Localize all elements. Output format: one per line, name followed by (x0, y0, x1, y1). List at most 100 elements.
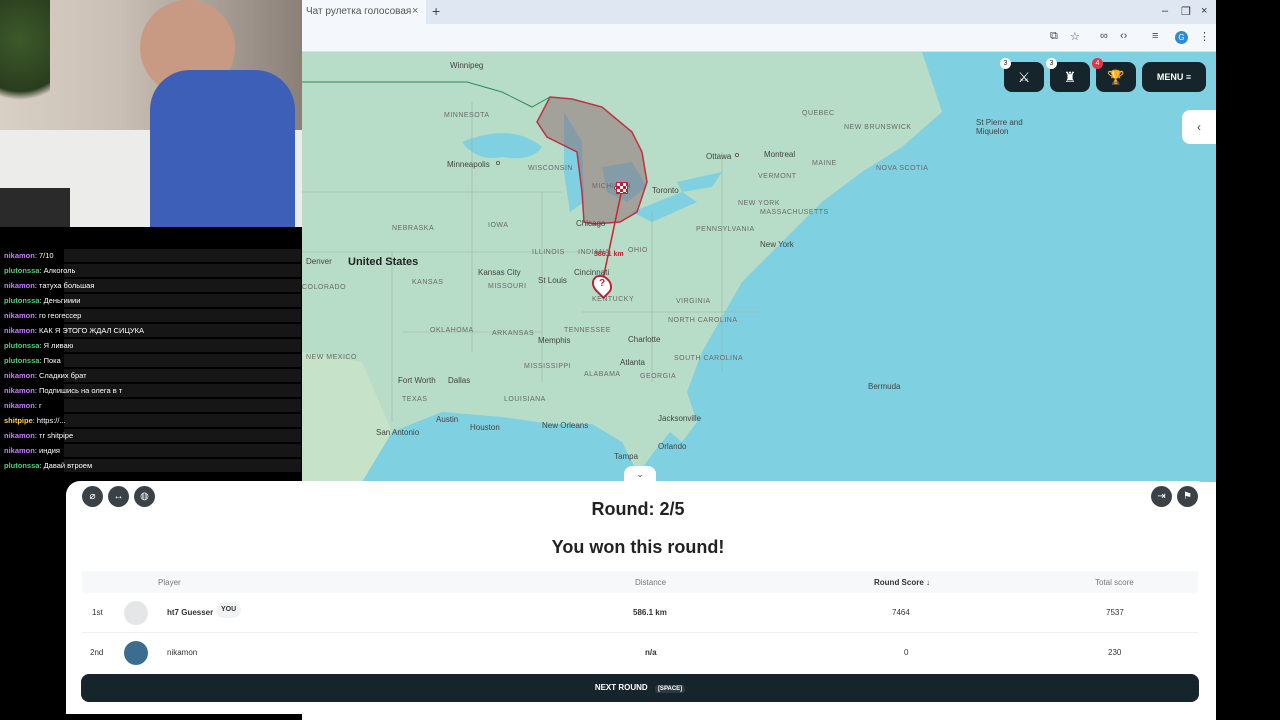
map-city-label: Atlanta (620, 358, 645, 367)
total-score: 7537 (1106, 608, 1124, 617)
map-state-label: MISSOURI (488, 283, 527, 290)
next-round-button[interactable]: NEXT ROUND [SPACE] (81, 674, 1199, 702)
tab-title: Чат рулетка голосовая (306, 6, 412, 17)
bookmark-star-icon[interactable]: ☆ (1070, 30, 1080, 43)
map-state-label: NEW BRUNSWICK (844, 124, 912, 131)
chat-username[interactable]: nikamon (4, 326, 35, 335)
chat-username[interactable]: shitpipe (4, 416, 33, 425)
map-state-label: MINNESOTA (444, 112, 490, 119)
active-tab[interactable]: Чат рулетка голосовая × (302, 0, 426, 24)
map-state-label: PENNSYLVANIA (696, 226, 755, 233)
chat-username[interactable]: nikamon (4, 371, 35, 380)
chat-message: plutonssa: Деньгииии (0, 293, 301, 308)
map-state-label: SOUTH CAROLINA (674, 355, 744, 362)
checkered-flag-icon (616, 182, 628, 194)
player-name[interactable]: nikamon (167, 648, 197, 657)
table-row: 1st ht7 Guesser YOU 586.1 km 7464 7537 (82, 593, 1198, 633)
profile-avatar[interactable]: G (1175, 31, 1188, 44)
chat-username[interactable]: plutonssa (4, 266, 39, 275)
battle-badge: 3 (1000, 58, 1011, 69)
close-window-button[interactable]: × (1201, 5, 1207, 17)
chat-message: plutonssa: Я ливаю (0, 338, 301, 353)
map-city-label: San Antonio (376, 428, 420, 437)
address-bar[interactable]: ⧉ ☆ ∞ ‹› ≡ G ⋮ (302, 24, 1216, 52)
menu-label: MENU (1156, 72, 1184, 82)
map-state-label: MISSISSIPPI (524, 363, 572, 370)
chat-username[interactable]: nikamon (4, 281, 35, 290)
table-row: 2nd nikamon n/a 0 230 (82, 633, 1198, 673)
person-shirt (150, 70, 295, 227)
map-label-country: United States (348, 256, 419, 268)
map-state-label: NOVA SCOTIA (876, 165, 929, 172)
map-state-label: LOUISIANA (504, 396, 546, 403)
new-tab-button[interactable]: + (432, 3, 440, 19)
map-city-label: Fort Worth (398, 376, 436, 385)
next-round-shortcut: [SPACE] (654, 685, 686, 693)
map-city-dot (496, 161, 500, 165)
map-city-label: Montreal (764, 150, 796, 159)
chat-username[interactable]: plutonssa (4, 341, 39, 350)
map-toggle-button[interactable]: ⌄ (624, 466, 656, 482)
map-state-label: OKLAHOMA (430, 327, 474, 334)
column-player: Player (158, 578, 181, 587)
map-city-label: Orlando (658, 442, 687, 451)
link-icon[interactable]: ∞ (1100, 30, 1108, 42)
screen: Чат рулетка голосовая × + – ❐ × ⧉ ☆ ∞ ‹›… (0, 0, 1280, 720)
chat-username[interactable]: nikamon (4, 446, 35, 455)
chat-message: plutonssa: Алкоголь (0, 263, 301, 278)
chat-message: nikamon: г (0, 398, 301, 413)
map-city-label: Minneapolis (447, 160, 490, 169)
results-table-header: Player Distance Round Score ↓ Total scor… (82, 571, 1198, 593)
column-total-score: Total score (1095, 578, 1134, 587)
chat-username[interactable]: nikamon (4, 386, 35, 395)
round-title: Round: 2/5 (591, 499, 685, 519)
world-map[interactable]: United States 586.1 km Winnipeg Minneapo… (302, 52, 1216, 482)
map-state-label: TENNESSEE (564, 327, 611, 334)
chat-message: plutonssa: Пока (0, 353, 301, 368)
round-score: 0 (904, 648, 909, 657)
keyboard (0, 188, 70, 227)
chat-text: : Деньгииии (39, 296, 81, 305)
map-city-dot (735, 153, 739, 157)
map-city-label: Kansas City (478, 268, 521, 277)
chat-username[interactable]: nikamon (4, 251, 35, 260)
chat-username[interactable]: plutonssa (4, 461, 39, 470)
install-icon[interactable]: ⧉ (1050, 30, 1058, 43)
chat-message: nikamon: тг shitpipe (0, 428, 301, 443)
column-round-score[interactable]: Round Score ↓ (874, 578, 930, 587)
tab-close-icon[interactable]: × (412, 5, 418, 17)
map-state-label: ALABAMA (584, 371, 621, 378)
map-city-label: Chicago (576, 219, 606, 228)
chat-username[interactable]: nikamon (4, 311, 35, 320)
chat-message: nikamon: 7/10 (0, 248, 301, 263)
chat-username[interactable]: nikamon (4, 431, 35, 440)
chat-message: nikamon: татуха большая (0, 278, 301, 293)
map-city-label: Ottawa (706, 152, 732, 161)
map-state-label: GEORGIA (640, 373, 677, 380)
map-state-label: NEW YORK (738, 200, 780, 207)
map-state-label: INDIANA (578, 249, 610, 256)
chat-text: : го геогессер (34, 311, 82, 320)
chat-username[interactable]: plutonssa (4, 296, 39, 305)
map-city-label: Memphis (538, 336, 571, 345)
code-icon[interactable]: ‹› (1120, 30, 1127, 42)
map-state-label: NEBRASKA (392, 225, 435, 232)
map-state-label: TEXAS (402, 396, 428, 403)
chat-text: : Я ливаю (39, 341, 74, 350)
next-round-label: NEXT ROUND (594, 683, 648, 692)
chat-text: : татуха большая (34, 281, 95, 290)
menu-button[interactable]: MENU ≡ (1142, 62, 1206, 92)
map-city-label: St Louis (538, 276, 567, 285)
map-city-label: Austin (436, 415, 459, 424)
maximize-button[interactable]: ❐ (1181, 5, 1191, 18)
chat-text: : Алкоголь (39, 266, 76, 275)
map-city-label: New Orleans (542, 421, 589, 430)
minimize-button[interactable]: – (1162, 5, 1168, 17)
collapse-panel-button[interactable]: ‹ (1182, 110, 1216, 144)
media-icon[interactable]: ≡ (1152, 30, 1158, 42)
player-name[interactable]: ht7 Guesser (167, 608, 213, 617)
hamburger-icon: ≡ (1185, 72, 1192, 82)
kebab-menu-icon[interactable]: ⋮ (1199, 30, 1210, 43)
chat-username[interactable]: nikamon (4, 401, 35, 410)
chat-username[interactable]: plutonssa (4, 356, 39, 365)
